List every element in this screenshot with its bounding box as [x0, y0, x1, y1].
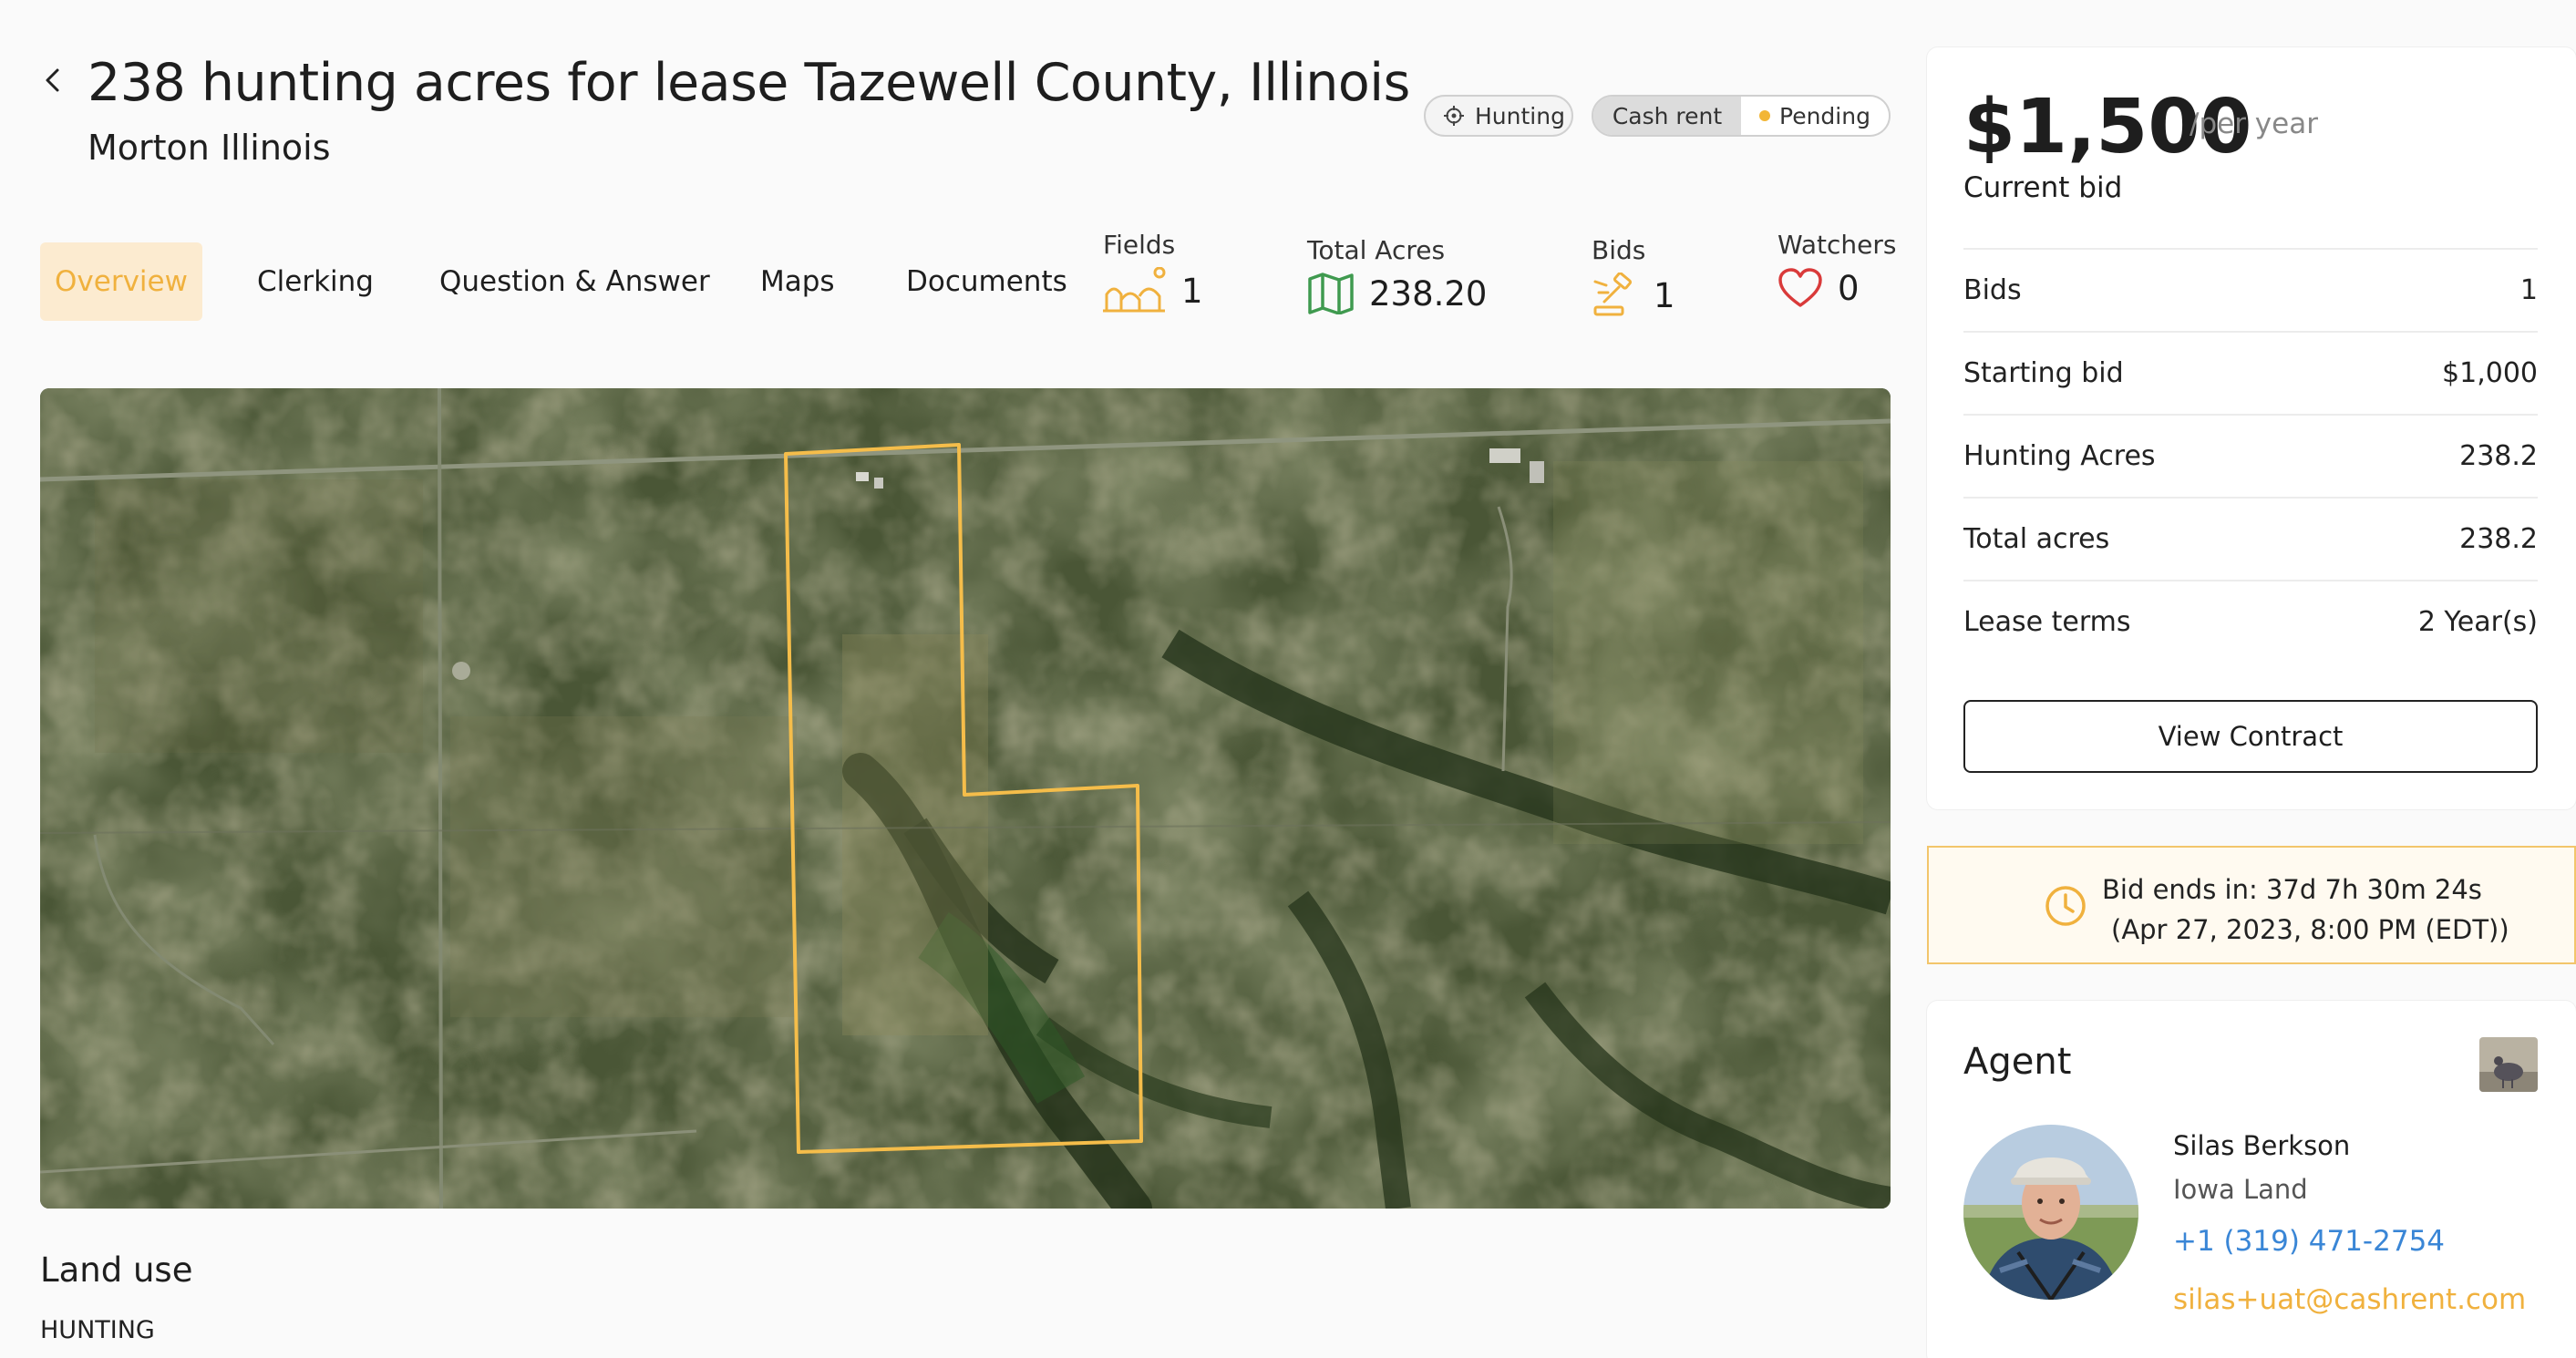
pending-badge: Pending [1741, 97, 1889, 135]
stat-watchers-label: Watchers [1777, 230, 1897, 260]
page-title: 238 hunting acres for lease Tazewell Cou… [88, 53, 1410, 113]
stat-total-acres: Total Acres 238.20 [1307, 235, 1487, 314]
fields-icon [1103, 267, 1166, 313]
info-label: Lease terms [1963, 606, 2131, 638]
avatar [1963, 1125, 2138, 1300]
price-period: /per year [2190, 108, 2318, 140]
bid-timer-banner: Bid ends in: 37d 7h 30m 24s (Apr 27, 202… [1927, 846, 2576, 964]
land-use-value: HUNTING [40, 1316, 155, 1344]
cash-rent-label: Cash rent [1612, 102, 1723, 129]
bid-timer-text: Bid ends in: 37d 7h 30m 24s (Apr 27, 202… [2102, 869, 2509, 950]
gavel-icon [1593, 273, 1633, 316]
current-bid-label: Current bid [1963, 171, 2123, 204]
clock-icon [2045, 886, 2086, 926]
tab-overview[interactable]: Overview [40, 242, 202, 321]
agent-title: Agent [1963, 1041, 2072, 1083]
info-row-hunting-acres: Hunting Acres 238.2 [1963, 414, 2538, 497]
info-label: Bids [1963, 274, 2022, 306]
stat-watchers-value: 0 [1838, 268, 1860, 308]
pending-dot-icon [1759, 110, 1771, 121]
info-value: 238.2 [2459, 523, 2538, 555]
info-row-bids: Bids 1 [1963, 248, 2538, 331]
tab-clerking[interactable]: Clerking [257, 242, 374, 321]
agent-phone-link[interactable]: +1 (319) 471-2754 [2173, 1225, 2445, 1258]
info-value: 2 Year(s) [2417, 606, 2538, 638]
stat-total-acres-value: 238.20 [1369, 273, 1488, 314]
agent-company-thumbnail [2479, 1037, 2538, 1092]
info-label: Hunting Acres [1963, 440, 2156, 472]
tab-documents[interactable]: Documents [906, 242, 1067, 321]
agent-photo [1963, 1125, 2138, 1300]
land-use-title: Land use [40, 1250, 193, 1290]
info-value: $1,000 [2442, 357, 2538, 389]
crosshair-icon [1444, 106, 1464, 126]
stat-watchers: Watchers 0 [1777, 230, 1897, 309]
stat-fields-value: 1 [1181, 271, 1203, 311]
agent-name: Silas Berkson [2173, 1130, 2351, 1161]
tab-maps[interactable]: Maps [760, 242, 835, 321]
info-label: Total acres [1963, 523, 2110, 555]
agent-card: Agent Silas Berkson Iowa Land +1 (319) 4… [1927, 1001, 2576, 1358]
bid-ends-date: (Apr 27, 2023, 8:00 PM (EDT)) [2111, 914, 2509, 945]
agent-company: Iowa Land [2173, 1174, 2308, 1205]
bid-card: $1,500 /per year Current bid Bids 1 Star… [1927, 47, 2576, 809]
tab-question-answer[interactable]: Question & Answer [439, 242, 710, 321]
agent-email-link[interactable]: silas+uat@cashrent.com [2173, 1283, 2526, 1316]
heart-icon[interactable] [1777, 267, 1823, 309]
stat-fields-label: Fields [1103, 230, 1176, 260]
info-row-lease-terms: Lease terms 2 Year(s) [1963, 580, 2538, 663]
bid-ends-countdown: Bid ends in: 37d 7h 30m 24s [2102, 874, 2482, 905]
property-map[interactable] [40, 388, 1891, 1209]
pending-label: Pending [1779, 102, 1870, 129]
back-button[interactable] [36, 64, 69, 97]
satellite-map-image [40, 388, 1891, 1209]
stat-bids: Bids 1 [1592, 235, 1675, 318]
hunting-chip-label: Hunting [1475, 102, 1565, 129]
stat-bids-value: 1 [1654, 275, 1675, 315]
info-row-total-acres: Total acres 238.2 [1963, 497, 2538, 580]
bird-photo-icon [2479, 1037, 2538, 1092]
stat-bids-label: Bids [1592, 235, 1646, 265]
view-contract-button[interactable]: View Contract [1963, 700, 2538, 773]
cash-rent-badge: Cash rent [1593, 97, 1741, 135]
stat-fields: Fields 1 [1103, 230, 1203, 314]
stat-total-acres-label: Total Acres [1307, 235, 1446, 265]
hunting-chip: Hunting [1424, 95, 1573, 137]
info-row-starting-bid: Starting bid $1,000 [1963, 331, 2538, 414]
info-value: 1 [2519, 274, 2538, 306]
info-label: Starting bid [1963, 357, 2124, 389]
status-chip: Cash rent Pending [1592, 95, 1891, 137]
page-subtitle: Morton Illinois [88, 128, 331, 168]
map-icon [1308, 273, 1354, 314]
chevron-left-icon [46, 68, 59, 92]
info-value: 238.2 [2459, 440, 2538, 472]
